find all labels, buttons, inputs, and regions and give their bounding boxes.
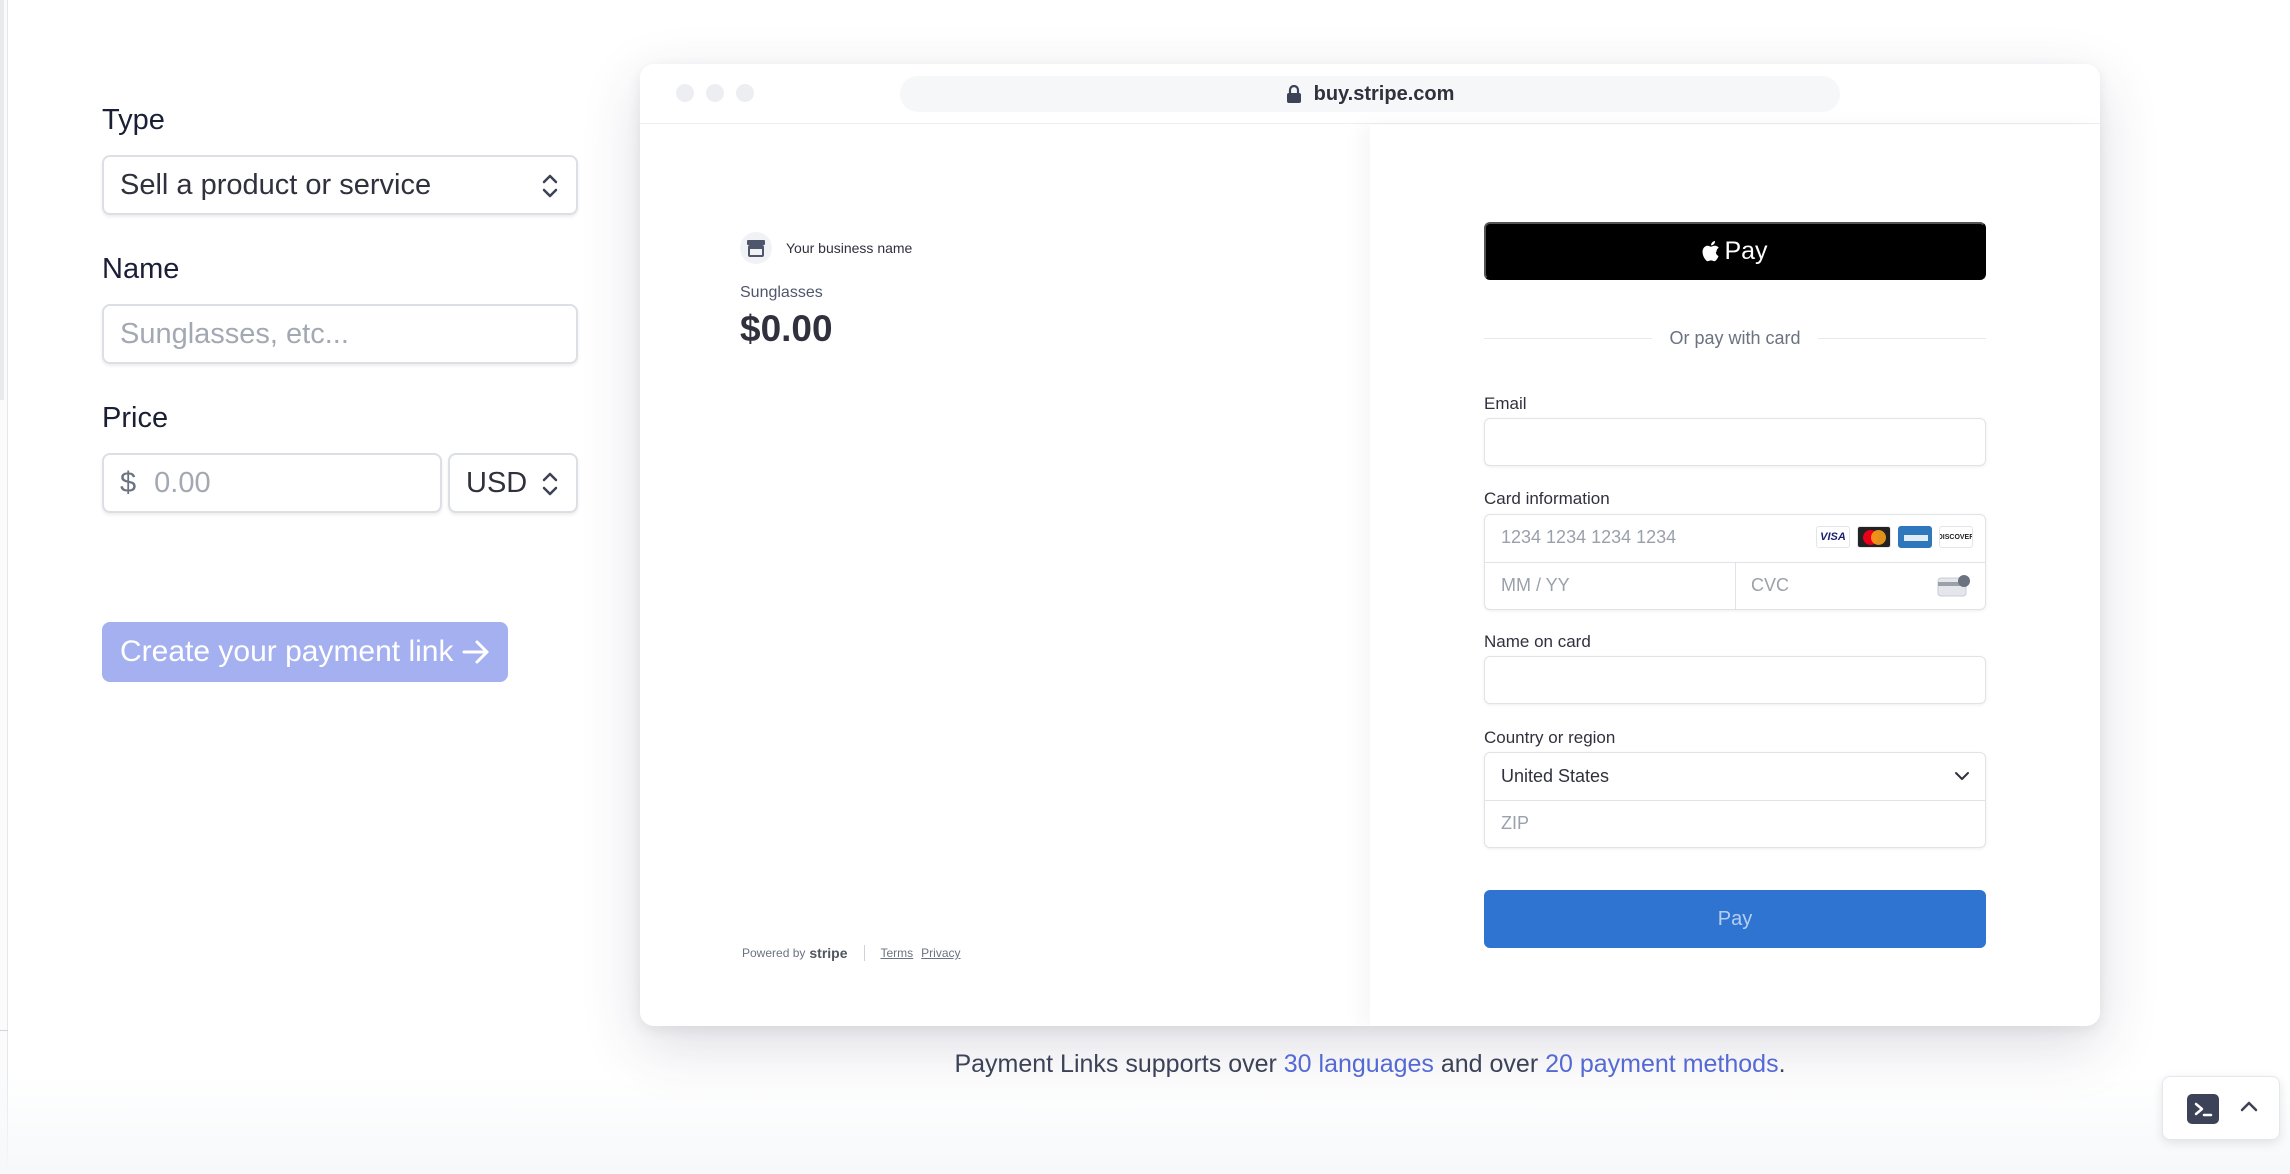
pay-button[interactable]: Pay [1484,890,1986,948]
left-rail [0,0,8,1174]
divider-text: Or pay with card [1669,328,1801,348]
terminal-icon [2187,1094,2219,1124]
create-payment-link-button[interactable]: Create your payment link [102,622,508,682]
currency-select[interactable]: USD [448,453,578,513]
type-field: Type Sell a product or service [102,104,578,215]
name-label: Name [102,253,180,285]
apple-pay-button[interactable]: Pay [1484,222,1986,280]
product-name: Sunglasses [740,284,823,301]
create-payment-link-label: Create your payment link [120,635,454,668]
visa-icon: VISA [1816,526,1850,548]
address-url: buy.stripe.com [1313,82,1455,105]
expiry-input[interactable]: MM / YY [1501,575,1570,596]
languages-link[interactable]: 30 languages [1284,1050,1434,1078]
cvc-card-icon [1937,575,1970,597]
country-group: United States ZIP [1484,752,1986,848]
window-dot-minimize [706,84,724,102]
footer-separator [863,945,865,961]
type-label: Type [102,104,165,136]
caption-suffix: . [1778,1050,1786,1078]
price-row: $ 0.00 USD [102,453,578,513]
name-input-placeholder: Sunglasses, etc... [120,317,349,350]
cvc-input[interactable]: CVC [1751,575,1789,596]
mastercard-icon [1857,526,1891,548]
type-select-value: Sell a product or service [120,168,432,201]
zip-input[interactable]: ZIP [1501,813,1529,834]
browser-preview: buy.stripe.com Your business name Sungla… [640,64,2100,1026]
country-label: Country or region [1484,728,1616,747]
stripe-wordmark: stripe [809,945,848,961]
caption-middle: and over [1433,1050,1546,1078]
developer-widget[interactable] [2162,1076,2280,1140]
email-input[interactable] [1484,418,1986,466]
caption: Payment Links supports over 30 languages… [640,1050,2100,1079]
currency-symbol: $ [120,466,137,499]
discover-icon: DISCOVER [1939,526,1973,548]
pay-with-card-divider: Or pay with card [1484,326,1986,350]
card-info-label: Card information [1484,489,1610,508]
email-label: Email [1484,394,1527,413]
country-divider [1485,800,1985,801]
price-input-placeholder: 0.00 [154,466,211,499]
payment-link-form: Type Sell a product or service Name Sung… [102,104,578,551]
checkout-footer: Powered by stripe Terms Privacy [742,945,969,961]
business-name: Your business name [786,240,913,256]
price-input[interactable]: $ 0.00 [102,453,442,513]
price-label: Price [102,402,169,434]
product-price: $0.00 [740,308,833,349]
chevron-up-icon[interactable] [2239,1099,2259,1113]
browser-toolbar: buy.stripe.com [640,64,2100,124]
card-brand-icons: VISA DISCOVER [1816,526,1973,548]
bottom-fade [0,1074,2290,1174]
name-on-card-input[interactable] [1484,656,1986,704]
rail-tick [0,1030,8,1031]
type-select[interactable]: Sell a product or service [102,155,578,215]
chevron-down-icon [1955,772,1969,780]
terms-link[interactable]: Terms [881,946,914,960]
apple-icon [1702,241,1720,262]
scroll-indicator [0,0,4,400]
country-select[interactable]: United States [1501,766,1609,787]
price-field: Price $ 0.00 USD [102,402,578,513]
powered-by-text: Powered by [742,946,806,960]
card-information-group: 1234 1234 1234 1234 VISA DISCOVER MM / Y… [1484,514,1986,610]
updown-chevron-icon [542,472,558,496]
address-bar: buy.stripe.com [900,76,1840,112]
window-dot-close [676,84,694,102]
name-on-card-label: Name on card [1484,632,1591,651]
apple-pay-label: Pay [1724,236,1768,265]
card-number-input[interactable]: 1234 1234 1234 1234 [1501,527,1676,548]
lock-icon [1286,84,1301,103]
name-input[interactable]: Sunglasses, etc... [102,304,578,364]
card-col-divider [1735,562,1736,610]
currency-select-value: USD [466,466,528,499]
payment-methods-link[interactable]: 20 payment methods [1545,1050,1778,1078]
updown-chevron-icon [542,174,558,198]
privacy-link[interactable]: Privacy [921,946,960,960]
name-field: Name Sunglasses, etc... [102,253,578,364]
window-dot-maximize [736,84,754,102]
business-header: Your business name [740,232,912,264]
amex-icon [1898,526,1932,548]
arrow-right-icon [462,640,489,664]
caption-prefix: Payment Links supports over [954,1050,1284,1078]
store-icon [740,232,772,264]
